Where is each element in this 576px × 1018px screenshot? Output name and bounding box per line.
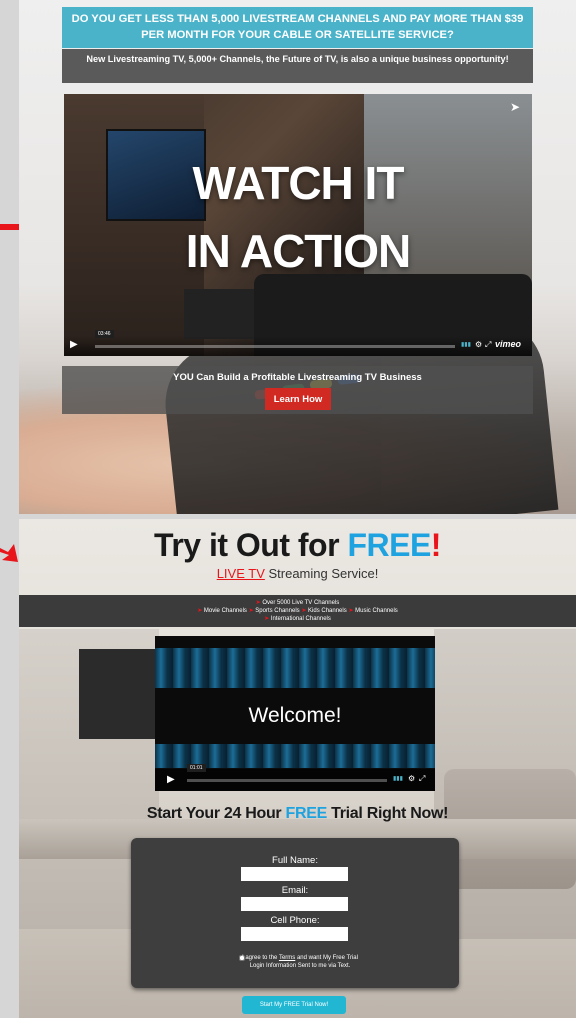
headline-exclaim: ! <box>430 527 442 563</box>
play-icon[interactable]: ▶ <box>167 774 175 785</box>
channel-line-1: Over 5000 Live TV Channels <box>262 600 340 606</box>
channel-item: Movie Channels <box>203 608 247 614</box>
volume-icon[interactable]: ▮▮▮ <box>461 341 471 348</box>
progress-bar[interactable] <box>95 345 455 348</box>
vimeo-logo[interactable]: vimeo <box>495 339 521 349</box>
full-name-field[interactable] <box>241 867 348 881</box>
start-text-end: Trial Right Now! <box>327 805 449 822</box>
free-trial-section: Try it Out for FREE! LIVE TV Streaming S… <box>19 519 576 1018</box>
video-time: 03:46 <box>95 330 114 338</box>
phone-field[interactable] <box>241 927 348 941</box>
bullet-icon: ➤ <box>197 608 203 614</box>
bullet-icon: ➤ <box>255 600 261 606</box>
video-stripe-top <box>155 648 435 688</box>
bullet-icon: ➤ <box>264 616 270 622</box>
wall-tv-image <box>79 649 155 739</box>
welcome-title: Welcome! <box>248 704 342 727</box>
volume-icon[interactable]: ▮▮▮ <box>393 775 403 782</box>
trial-form: Full Name: Email: Cell Phone: I agree to… <box>131 838 459 988</box>
video-controls: ▶ 01:01 ▮▮▮ ⚙ ⤢ <box>155 764 435 791</box>
tagline-live-tv: LIVE TV <box>216 566 265 581</box>
promo-section: DO YOU GET LESS THAN 5,000 LIVESTREAM CH… <box>19 0 576 514</box>
channel-item: Sports Channels <box>255 608 300 614</box>
agree-pre: I agree to the <box>242 955 279 961</box>
email-field[interactable] <box>241 897 348 911</box>
bullet-icon: ➤ <box>248 608 254 614</box>
bullet-icon: ➤ <box>348 608 354 614</box>
channel-item: Kids Channels <box>308 608 347 614</box>
bullet-icon: ➤ <box>301 608 307 614</box>
video-overlay-title: WATCH IT IN ACTION <box>64 149 532 285</box>
start-text: Start Your 24 Hour <box>146 805 286 822</box>
page: DO YOU GET LESS THAN 5,000 LIVESTREAM CH… <box>0 0 576 1018</box>
sub-banner: New Livestreaming TV, 5,000+ Channels, t… <box>62 49 533 83</box>
business-cta: YOU Can Build a Profitable Livestreaming… <box>62 366 533 414</box>
phone-label: Cell Phone: <box>270 915 320 926</box>
start-trial-headline: Start Your 24 Hour FREE Trial Right Now! <box>19 805 576 823</box>
red-arrow-icon <box>0 544 18 562</box>
headline-text: Try it Out for <box>154 527 348 563</box>
table-image <box>184 289 264 339</box>
overlay-line-2: IN ACTION <box>185 225 411 277</box>
agree-text: I agree to the Terms and want My Free Tr… <box>235 954 365 970</box>
terms-link[interactable]: Terms <box>279 955 295 961</box>
video-time: 01:01 <box>187 764 206 772</box>
channel-line-3: International Channels <box>270 616 331 622</box>
gear-icon[interactable]: ⚙ <box>475 340 482 349</box>
share-icon[interactable]: ➤ <box>510 100 524 114</box>
email-label: Email: <box>281 885 309 896</box>
tagline-rest: Streaming Service! <box>264 566 379 581</box>
headline-banner: DO YOU GET LESS THAN 5,000 LIVESTREAM CH… <box>62 7 533 48</box>
full-name-label: Full Name: <box>272 855 318 866</box>
welcome-video-player[interactable]: Welcome! ▶ 01:01 ▮▮▮ ⚙ ⤢ <box>155 636 435 791</box>
headline-free: FREE <box>347 527 431 563</box>
fullscreen-icon[interactable]: ⤢ <box>485 340 491 350</box>
play-icon[interactable]: ▶ <box>70 339 90 354</box>
start-free: FREE <box>285 805 328 822</box>
try-free-headline: Try it Out for FREE! <box>19 527 576 564</box>
video-player[interactable]: WATCH IT IN ACTION ➤ ▶ 03:46 ▮▮▮ ⚙ ⤢ vim… <box>64 94 532 356</box>
gear-icon[interactable]: ⚙ <box>408 774 415 783</box>
start-trial-button[interactable]: Start My FREE Trial Now! <box>242 996 346 1014</box>
progress-bar[interactable] <box>187 779 387 782</box>
video-controls: ▶ 03:46 ▮▮▮ ⚙ ⤢ vimeo <box>64 330 532 356</box>
learn-how-button[interactable]: Learn How <box>265 388 331 410</box>
fullscreen-icon[interactable]: ⤢ <box>419 774 425 784</box>
cta-text: YOU Can Build a Profitable Livestreaming… <box>173 372 422 383</box>
overlay-line-1: WATCH IT <box>192 157 405 209</box>
channels-bar: ➤ Over 5000 Live TV Channels ➤ Movie Cha… <box>19 595 576 627</box>
tagline: LIVE TV Streaming Service! <box>19 566 576 581</box>
channel-item: Music Channels <box>355 608 398 614</box>
